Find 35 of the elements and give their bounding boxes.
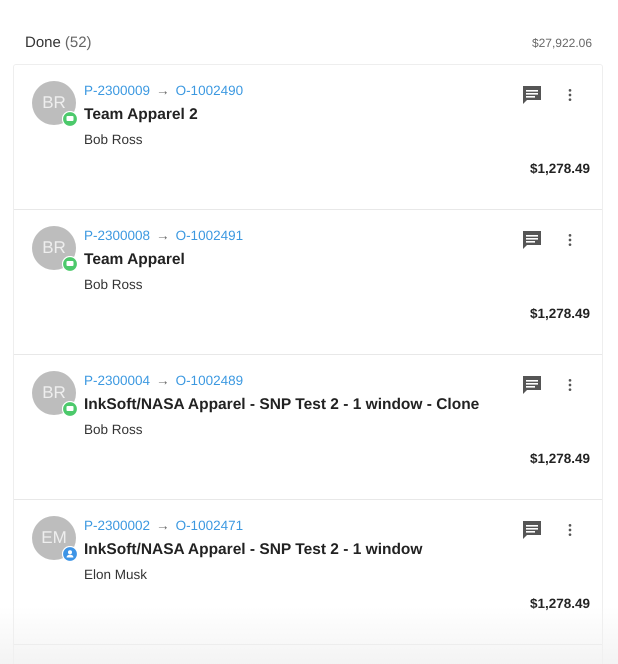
arrow-text: → <box>156 518 170 533</box>
person-badge-icon <box>62 546 78 562</box>
chat-badge-icon <box>62 111 78 127</box>
arrow-text: → <box>156 228 170 243</box>
proposal-link[interactable]: P-2300004 <box>84 373 150 388</box>
customer-name: Bob Ross <box>84 422 144 437</box>
proposal-link[interactable]: P-2300002 <box>84 518 150 533</box>
section-count: (52) <box>64 34 92 51</box>
customer-name: Bob Ross <box>84 132 144 147</box>
arrow-text: → <box>156 373 170 388</box>
order-amount: $1,278.49 <box>530 451 590 466</box>
order-link[interactable]: O-1002491 <box>176 228 244 243</box>
proposal-link[interactable]: P-2300009 <box>84 83 150 98</box>
section-total: $27,922.06 <box>532 36 592 50</box>
comment-icon[interactable] <box>520 518 544 542</box>
section-title: Done <box>25 34 61 51</box>
customer-name: Bob Ross <box>84 277 144 292</box>
customer-name: Elon Musk <box>84 567 148 582</box>
order-amount: $1,278.49 <box>530 161 590 176</box>
order-link[interactable]: O-1002490 <box>176 83 244 98</box>
chat-badge-icon <box>62 401 78 417</box>
comment-icon[interactable] <box>520 83 544 107</box>
order-link[interactable]: O-1002489 <box>176 373 244 388</box>
comment-icon[interactable] <box>520 228 544 252</box>
order-title: InkSoft/NASA Apparel - SNP Test 2 - 1 window <box>84 541 424 559</box>
order-title: Team Apparel 2 <box>84 106 199 124</box>
order-title: InkSoft/NASA Apparel - SNP Test 2 - 1 window - Clone <box>84 396 480 414</box>
order-title: Team Apparel <box>84 251 186 269</box>
order-amount: $1,278.49 <box>530 596 590 611</box>
order-link[interactable]: O-1002471 <box>176 518 244 533</box>
proposal-link[interactable]: P-2300008 <box>84 228 150 243</box>
comment-icon[interactable] <box>520 373 544 397</box>
arrow-text: → <box>156 83 170 98</box>
order-amount: $1,278.49 <box>530 306 590 321</box>
chat-badge-icon <box>62 256 78 272</box>
